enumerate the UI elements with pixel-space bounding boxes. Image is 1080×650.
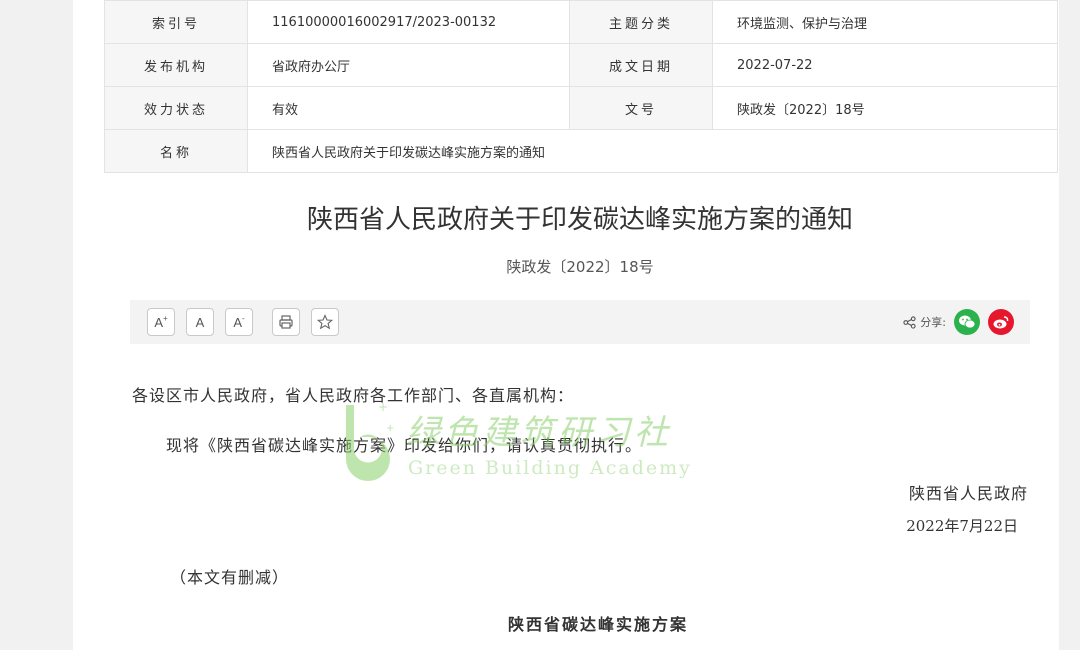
weibo-share-button[interactable] (988, 309, 1014, 335)
validity-label: 效力状态 (104, 86, 248, 130)
index-number-value: 11610000016002917/2023-00132 (247, 0, 570, 44)
wechat-share-button[interactable] (954, 309, 980, 335)
table-row: 效力状态 有效 文号 陕政发〔2022〕18号 (104, 86, 1058, 130)
topic-value: 环境监测、保护与治理 (712, 0, 1058, 44)
print-button[interactable] (272, 308, 300, 336)
table-row: 发布机构 省政府办公厅 成文日期 2022-07-22 (104, 43, 1058, 87)
plan-subtitle: 陕西省碳达峰实施方案 (507, 615, 688, 634)
font-increase-button[interactable]: A + (147, 308, 175, 336)
table-row: 索引号 11610000016002917/2023-00132 主题分类 环境… (104, 0, 1058, 44)
salutation-text: 各设区市人民政府，省人民政府各工作部门、各直属机构： (132, 386, 575, 405)
abridged-note: （本文有删减） (170, 568, 290, 587)
font-decrease-button[interactable]: A- (225, 308, 253, 336)
page-title: 陕西省人民政府关于印发碳达峰实施方案的通知 (306, 205, 853, 235)
printer-icon (279, 315, 293, 329)
wechat-icon (959, 315, 976, 329)
doc-number-value: 陕政发〔2022〕18号 (712, 86, 1058, 130)
table-row: 名称 陕西省人民政府关于印发碳达峰实施方案的通知 (104, 129, 1058, 173)
share-icon (903, 315, 916, 329)
font-decrease-sup: - (242, 313, 245, 323)
share-area: 分享: (903, 308, 1014, 336)
favorite-button[interactable] (311, 308, 339, 336)
toolbar: A + A A- 分享: (130, 300, 1030, 344)
font-normal-label: A (195, 314, 205, 330)
share-label-text: 分享: (920, 316, 946, 329)
font-decrease-label: A (233, 314, 242, 330)
metadata-table: 索引号 11610000016002917/2023-00132 主题分类 环境… (104, 0, 1058, 173)
font-normal-button[interactable]: A (186, 308, 214, 336)
share-label: 分享: (903, 314, 946, 330)
signature-date: 2022年7月22日 (906, 517, 1018, 535)
index-number-label: 索引号 (104, 0, 248, 44)
written-date-label: 成文日期 (569, 43, 713, 87)
font-increase-label: A (154, 314, 163, 330)
weibo-icon (993, 316, 1009, 329)
name-label: 名称 (104, 129, 248, 173)
signature-text: 陕西省人民政府 (908, 484, 1028, 503)
publisher-label: 发布机构 (104, 43, 248, 87)
document-number: 陕政发〔2022〕18号 (506, 258, 654, 276)
publisher-value: 省政府办公厅 (247, 43, 570, 87)
doc-number-label: 文号 (569, 86, 713, 130)
written-date-value: 2022-07-22 (712, 43, 1058, 87)
body-paragraph: 现将《陕西省碳达峰实施方案》印发给你们，请认真贯彻执行。 (166, 436, 643, 455)
validity-value: 有效 (247, 86, 570, 130)
star-icon (317, 314, 333, 330)
name-value: 陕西省人民政府关于印发碳达峰实施方案的通知 (247, 129, 1058, 173)
topic-label: 主题分类 (569, 0, 713, 44)
font-increase-sup: + (163, 313, 168, 323)
